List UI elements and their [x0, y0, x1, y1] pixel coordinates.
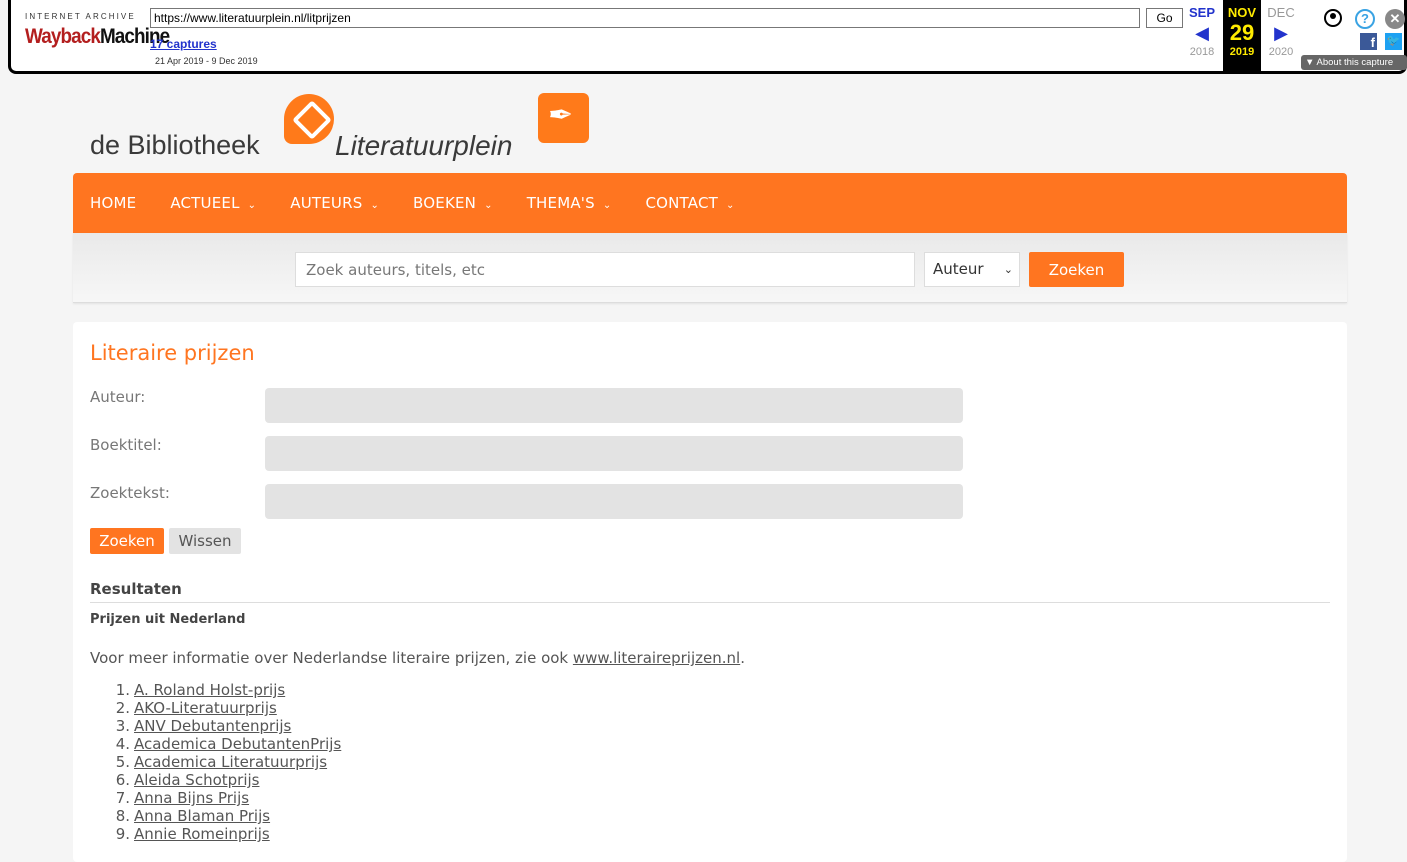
captures-link[interactable]: 17 captures: [150, 37, 217, 51]
twitter-icon[interactable]: 🐦: [1385, 33, 1402, 50]
prize-link[interactable]: Annie Romeinprijs: [134, 825, 270, 843]
list-item: 6. Aleida Schotprijs: [115, 771, 260, 789]
prize-link[interactable]: Anna Blaman Prijs: [134, 807, 270, 825]
list-item: 5. Academica Literatuurprijs: [115, 753, 328, 771]
prize-link[interactable]: A. Roland Holst-prijs: [134, 681, 285, 699]
list-item: 8. Anna Blaman Prijs: [115, 807, 271, 825]
chevron-down-icon: ⌄: [247, 200, 257, 211]
zoektekst-label: Zoektekst:: [90, 484, 170, 502]
close-icon[interactable]: ✕: [1385, 9, 1405, 29]
pen-logo-icon: [538, 93, 589, 143]
facebook-icon[interactable]: f: [1360, 33, 1377, 50]
list-item: 9. Annie Romeinprijs: [115, 825, 270, 843]
prev-month-column[interactable]: SEP ◀ 2018: [1182, 0, 1222, 58]
about-capture-button[interactable]: ▼ About this capture: [1301, 55, 1407, 70]
divider: [90, 602, 1330, 603]
prizes-panel: Literaire prijzen Auteur: Boektitel: Zoe…: [73, 322, 1347, 862]
current-month-column: NOV 29 2019: [1223, 0, 1261, 71]
chevron-down-icon: ⌄: [370, 200, 380, 211]
wissen-button[interactable]: Wissen: [169, 528, 241, 554]
nav-themas[interactable]: THEMA'S ⌄: [527, 194, 612, 212]
prize-link[interactable]: Academica Literatuurprijs: [134, 753, 327, 771]
zoektekst-field[interactable]: [265, 484, 963, 519]
list-item: 4. Academica DebutantenPrijs: [115, 735, 342, 753]
literaireprijzen-link[interactable]: www.literaireprijzen.nl: [573, 649, 740, 667]
prize-link[interactable]: Aleida Schotprijs: [134, 771, 259, 789]
bibliotheek-logo-text: de Bibliotheek: [90, 130, 260, 160]
list-item: 1. A. Roland Holst-prijs: [115, 681, 286, 699]
chevron-down-icon: ⌄: [484, 200, 493, 211]
go-button[interactable]: Go: [1146, 8, 1183, 28]
prev-month[interactable]: SEP: [1182, 5, 1222, 20]
chevron-down-icon: ⌄: [1003, 263, 1013, 276]
nav-home[interactable]: HOME: [90, 194, 136, 212]
capture-range: 21 Apr 2019 - 9 Dec 2019: [155, 56, 258, 66]
main-nav: HOME ACTUEEL ⌄ AUTEURS ⌄ BOEKEN ⌄ THEMA'S ⌄ …: [73, 173, 1347, 233]
search-input[interactable]: [295, 252, 915, 287]
chevron-down-icon: ⌄: [726, 200, 735, 211]
user-icon[interactable]: [1324, 9, 1342, 27]
current-day: 29: [1229, 20, 1255, 45]
zoeken-button[interactable]: Zoeken: [90, 528, 164, 554]
chevron-down-icon: ⌄: [602, 200, 612, 211]
list-item: 2. AKO-Literatuurprijs: [115, 699, 277, 717]
literatuurplein-logo-text: Literatuurplein: [335, 130, 513, 161]
help-icon[interactable]: ?: [1355, 9, 1375, 29]
next-arrow-icon[interactable]: ▶: [1261, 20, 1301, 46]
page-title: Literaire prijzen: [90, 341, 255, 365]
next-year: 2020: [1268, 46, 1294, 58]
nav-auteurs[interactable]: AUTEURS ⌄: [290, 194, 379, 212]
current-month: NOV: [1227, 5, 1257, 20]
list-item: 7. Anna Bijns Prijs: [115, 789, 250, 807]
boektitel-field[interactable]: [265, 436, 963, 471]
prev-arrow-icon[interactable]: ◀: [1182, 20, 1222, 46]
wayback-url-input[interactable]: [150, 8, 1140, 28]
search-bar: Auteur⌄ Zoeken: [73, 233, 1347, 303]
wayback-toolbar: INTERNET ARCHIVE WaybackMachine Go 17 ca…: [8, 0, 1407, 74]
prize-link[interactable]: Academica DebutantenPrijs: [134, 735, 341, 753]
results-heading: Resultaten: [90, 580, 182, 598]
next-month: DEC: [1267, 5, 1295, 20]
auteur-label: Auteur:: [90, 388, 146, 406]
nav-boeken[interactable]: BOEKEN ⌄: [413, 194, 493, 212]
caret-down-icon: ▼: [1305, 57, 1317, 68]
nav-contact[interactable]: CONTACT ⌄: [645, 194, 734, 212]
nav-actueel[interactable]: ACTUEEL ⌄: [170, 194, 256, 212]
results-info: Voor meer informatie over Nederlandse li…: [90, 649, 745, 667]
boektitel-label: Boektitel:: [90, 436, 162, 454]
prize-link[interactable]: Anna Bijns Prijs: [134, 789, 249, 807]
internet-archive-label: INTERNET ARCHIVE: [25, 12, 136, 21]
prize-list: 1. A. Roland Holst-prijs 2. AKO-Literatuur…: [90, 681, 342, 843]
prev-year[interactable]: 2018: [1182, 46, 1222, 58]
prize-link[interactable]: AKO-Literatuurprijs: [134, 699, 277, 717]
next-month-column[interactable]: DEC ▶ 2020: [1261, 0, 1301, 58]
current-year: 2019: [1229, 46, 1255, 58]
prize-link[interactable]: ANV Debutantenprijs: [134, 717, 291, 735]
search-button[interactable]: Zoeken: [1029, 252, 1124, 287]
wayback-logo[interactable]: WaybackMachine: [25, 24, 170, 50]
search-type-select[interactable]: Auteur ⌄: [924, 252, 1020, 287]
results-subheading: Prijzen uit Nederland: [90, 612, 246, 627]
bibliotheek-logo-icon: [284, 94, 334, 144]
auteur-field[interactable]: [265, 388, 963, 423]
list-item: 3. ANV Debutantenprijs: [115, 717, 292, 735]
